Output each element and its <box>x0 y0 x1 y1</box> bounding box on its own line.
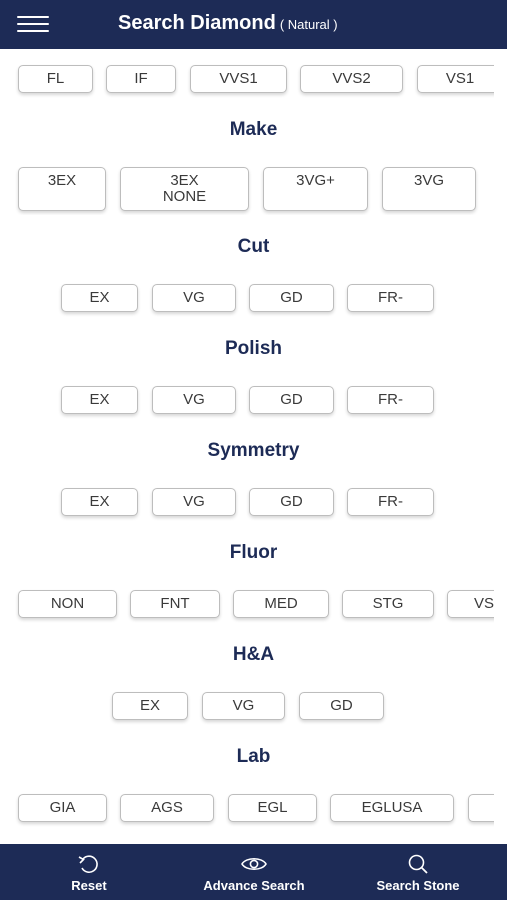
cut-chip-ex[interactable]: EX <box>61 284 138 312</box>
menu-icon[interactable] <box>17 16 49 34</box>
ha-title: H&A <box>232 644 275 665</box>
polish-chip-ex[interactable]: EX <box>61 386 138 414</box>
fluor-title: Fluor <box>229 542 278 563</box>
advance-search-label: Advance Search <box>203 878 305 893</box>
lab-title: Lab <box>236 746 271 767</box>
make-title: Make <box>229 119 278 140</box>
clarity-chip-vvs2[interactable]: VVS2 <box>300 65 403 93</box>
polish-row: EX VG GD FR- <box>0 385 494 419</box>
clarity-chip-vs1[interactable]: VS1 <box>417 65 494 93</box>
cut-chip-gd[interactable]: GD <box>249 284 334 312</box>
symmetry-row: EX VG GD FR- <box>0 487 494 521</box>
page-subtitle: ( Natural ) <box>279 17 338 32</box>
cut-title: Cut <box>237 236 270 257</box>
reset-label: Reset <box>71 878 107 893</box>
reset-icon <box>78 855 98 874</box>
search-icon <box>408 854 428 874</box>
fluor-chip-fnt[interactable]: FNT <box>130 590 220 618</box>
polish-chip-fr[interactable]: FR- <box>347 386 434 414</box>
symmetry-chip-vg[interactable]: VG <box>152 488 236 516</box>
make-chip-3ex[interactable]: 3EX <box>18 167 106 211</box>
polish-chip-gd[interactable]: GD <box>249 386 334 414</box>
lab-chip-ags[interactable]: AGS <box>120 794 214 822</box>
cut-chip-vg[interactable]: VG <box>152 284 236 312</box>
reset-button[interactable]: Reset <box>39 844 139 900</box>
symmetry-chip-fr[interactable]: FR- <box>347 488 434 516</box>
fluor-chip-non[interactable]: NON <box>18 590 117 618</box>
advance-search-button[interactable]: Advance Search <box>188 844 320 900</box>
lab-row: GIA AGS EGL EGLUSA <box>0 793 494 827</box>
polish-title: Polish <box>224 338 282 359</box>
clarity-chip-vvs1[interactable]: VVS1 <box>190 65 287 93</box>
ha-chip-gd[interactable]: GD <box>299 692 384 720</box>
ha-row: EX VG GD <box>0 691 494 725</box>
symmetry-chip-ex[interactable]: EX <box>61 488 138 516</box>
make-row: 3EX 3EX NONE 3VG+ 3VG <box>0 165 494 215</box>
lab-chip-egl[interactable]: EGL <box>228 794 317 822</box>
make-chip-3vg[interactable]: 3VG <box>382 167 476 211</box>
symmetry-chip-gd[interactable]: GD <box>249 488 334 516</box>
polish-chip-vg[interactable]: VG <box>152 386 236 414</box>
search-stone-button[interactable]: Search Stone <box>364 844 472 900</box>
ha-chip-vg[interactable]: VG <box>202 692 285 720</box>
search-stone-label: Search Stone <box>376 878 460 893</box>
ha-chip-ex[interactable]: EX <box>112 692 188 720</box>
cut-row: EX VG GD FR- <box>0 283 494 317</box>
symmetry-title: Symmetry <box>207 440 300 461</box>
make-chip-3ex-none[interactable]: 3EX NONE <box>120 167 249 211</box>
page-title: Search Diamond( Natural ) <box>118 12 338 34</box>
eye-icon <box>241 857 267 871</box>
lab-chip-gia[interactable]: GIA <box>18 794 107 822</box>
app-header: Search Diamond( Natural ) <box>0 0 507 49</box>
clarity-chip-if[interactable]: IF <box>106 65 176 93</box>
clarity-row: FL IF VVS1 VVS2 VS1 <box>0 64 494 98</box>
fluor-chip-vs[interactable]: VS <box>447 590 494 618</box>
lab-chip-more[interactable] <box>468 794 494 822</box>
bottom-bar: Reset Advance Search Search Stone <box>0 844 507 900</box>
filter-content: FL IF VVS1 VVS2 VS1 Make 3EX 3EX NONE 3VG… <box>0 49 507 844</box>
fluor-row: NON FNT MED STG VS <box>0 589 494 623</box>
fluor-chip-med[interactable]: MED <box>233 590 329 618</box>
lab-chip-eglusa[interactable]: EGLUSA <box>330 794 454 822</box>
cut-chip-fr[interactable]: FR- <box>347 284 434 312</box>
fluor-chip-stg[interactable]: STG <box>342 590 434 618</box>
clarity-chip-fl[interactable]: FL <box>18 65 93 93</box>
make-chip-3vg-plus[interactable]: 3VG+ <box>263 167 368 211</box>
